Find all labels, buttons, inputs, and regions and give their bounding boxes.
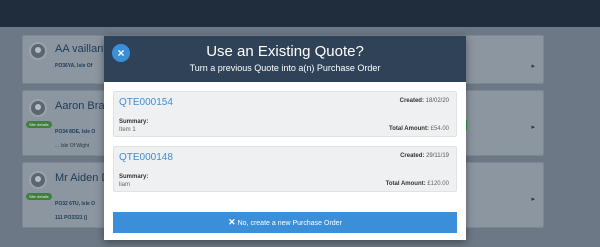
avatar: [29, 42, 47, 60]
quote-item[interactable]: QTE000154 Created: 18/02/20 Summary: Ite…: [113, 91, 457, 137]
quote-total: Total Amount: £120.00: [385, 181, 449, 187]
site-badge: Site details: [26, 121, 52, 128]
customer-sub: 111 PO3321 (): [55, 215, 88, 221]
app-header: [0, 0, 600, 27]
customer-sub: ... Isle Of Wight: [55, 143, 90, 149]
quote-created: Created: 29/11/19: [400, 153, 449, 159]
create-new-purchase-order-button[interactable]: ✕ No, create a new Purchase Order: [113, 212, 457, 233]
summary-label: Summary:: [119, 174, 149, 180]
quote-summary: liam: [119, 182, 131, 188]
customer-name: AA vaillant: [55, 43, 107, 55]
quote-item[interactable]: QTE000148 Created: 29/11/19 Summary: lia…: [113, 146, 457, 192]
close-icon: ✕: [228, 217, 236, 227]
use-existing-quote-modal: Use an Existing Quote? Turn a previous Q…: [104, 36, 466, 240]
customer-address: PO34 8DE, Isle O: [55, 129, 96, 135]
quote-total: Total Amount: £54.00: [388, 126, 449, 132]
summary-label: Summary:: [119, 119, 149, 125]
modal-subtitle: Turn a previous Quote into a(n) Purchase…: [189, 63, 381, 73]
customer-address: PO32 6TU, Isle O: [55, 201, 96, 207]
customer-address: PO36YA, Isle Of: [55, 63, 93, 69]
quote-summary: Item 1: [119, 127, 136, 133]
site-badge: Site details: [26, 193, 52, 200]
quote-created: Created: 18/02/20: [399, 98, 449, 104]
chevron-right-icon: ▸: [531, 63, 535, 70]
chevron-right-icon: ▸: [531, 196, 535, 203]
avatar: [29, 171, 47, 189]
customer-name: Aaron Brad: [55, 100, 111, 112]
chevron-right-icon: ▸: [531, 124, 535, 131]
quote-reference[interactable]: QTE000154: [119, 97, 173, 108]
quote-reference[interactable]: QTE000148: [119, 152, 173, 163]
modal-header: Use an Existing Quote? Turn a previous Q…: [104, 36, 466, 82]
modal-title: Use an Existing Quote?: [206, 43, 364, 60]
avatar: [29, 99, 47, 117]
button-label: No, create a new Purchase Order: [237, 220, 342, 227]
customer-name: Mr Aiden D: [55, 172, 110, 184]
close-icon[interactable]: ×: [112, 44, 130, 62]
